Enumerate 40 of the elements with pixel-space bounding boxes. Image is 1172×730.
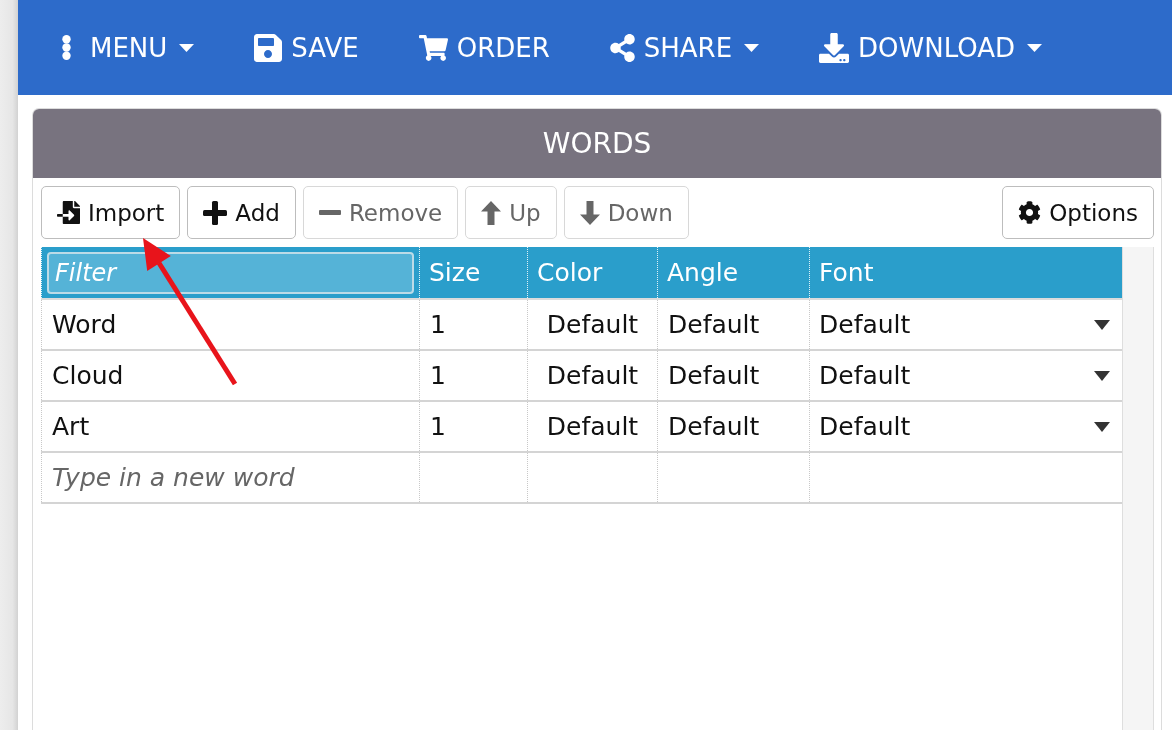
caret-icon (1094, 421, 1110, 432)
arrow-down-icon (579, 200, 600, 225)
column-header[interactable]: Angle (657, 247, 809, 298)
options-button[interactable]: Options (1002, 186, 1154, 239)
nav-button[interactable]: DOWNLOAD (819, 32, 1043, 63)
column-header[interactable]: Color (527, 247, 657, 298)
plus-icon (203, 200, 228, 225)
nav-button[interactable]: MENU (62, 32, 195, 63)
scrollbar[interactable] (1122, 247, 1154, 730)
minus-icon (318, 210, 341, 215)
colour-cell: Default (527, 402, 657, 451)
cart-icon (418, 34, 448, 61)
word-cell: Cloud (41, 351, 419, 400)
caret-icon (1094, 319, 1110, 330)
colour-cell: Default (527, 300, 657, 349)
settings-icon (1018, 201, 1042, 224)
panel-title: WORDS (542, 127, 652, 160)
file-import-icon (57, 201, 80, 224)
toolbar-button[interactable]: Import (41, 186, 181, 239)
word-cell: Art (41, 402, 419, 451)
angle-cell: Default (657, 300, 809, 349)
size-cell: 1 (419, 402, 527, 451)
download-icon (819, 32, 850, 63)
filter-field[interactable]: Filter (47, 252, 414, 294)
new-word-field[interactable]: Type in a new word (42, 453, 419, 502)
caret-icon (1094, 370, 1110, 381)
nav-button[interactable]: ORDER (418, 32, 550, 63)
angle-cell: Default (657, 402, 809, 451)
column-header[interactable]: Size (419, 247, 527, 298)
share-icon (609, 33, 635, 62)
angle-cell: Default (657, 351, 809, 400)
nav-button[interactable]: SAVE (254, 31, 359, 64)
size-cell: 1 (419, 300, 527, 349)
vertical-dots-icon (62, 35, 71, 60)
arrow-up-icon (481, 200, 502, 225)
colour-cell: Default (527, 351, 657, 400)
word-cell: Word (41, 300, 419, 349)
nav-button[interactable]: SHARE (609, 32, 760, 63)
toolbar-button[interactable]: Add (187, 186, 296, 239)
size-cell: 1 (419, 351, 527, 400)
